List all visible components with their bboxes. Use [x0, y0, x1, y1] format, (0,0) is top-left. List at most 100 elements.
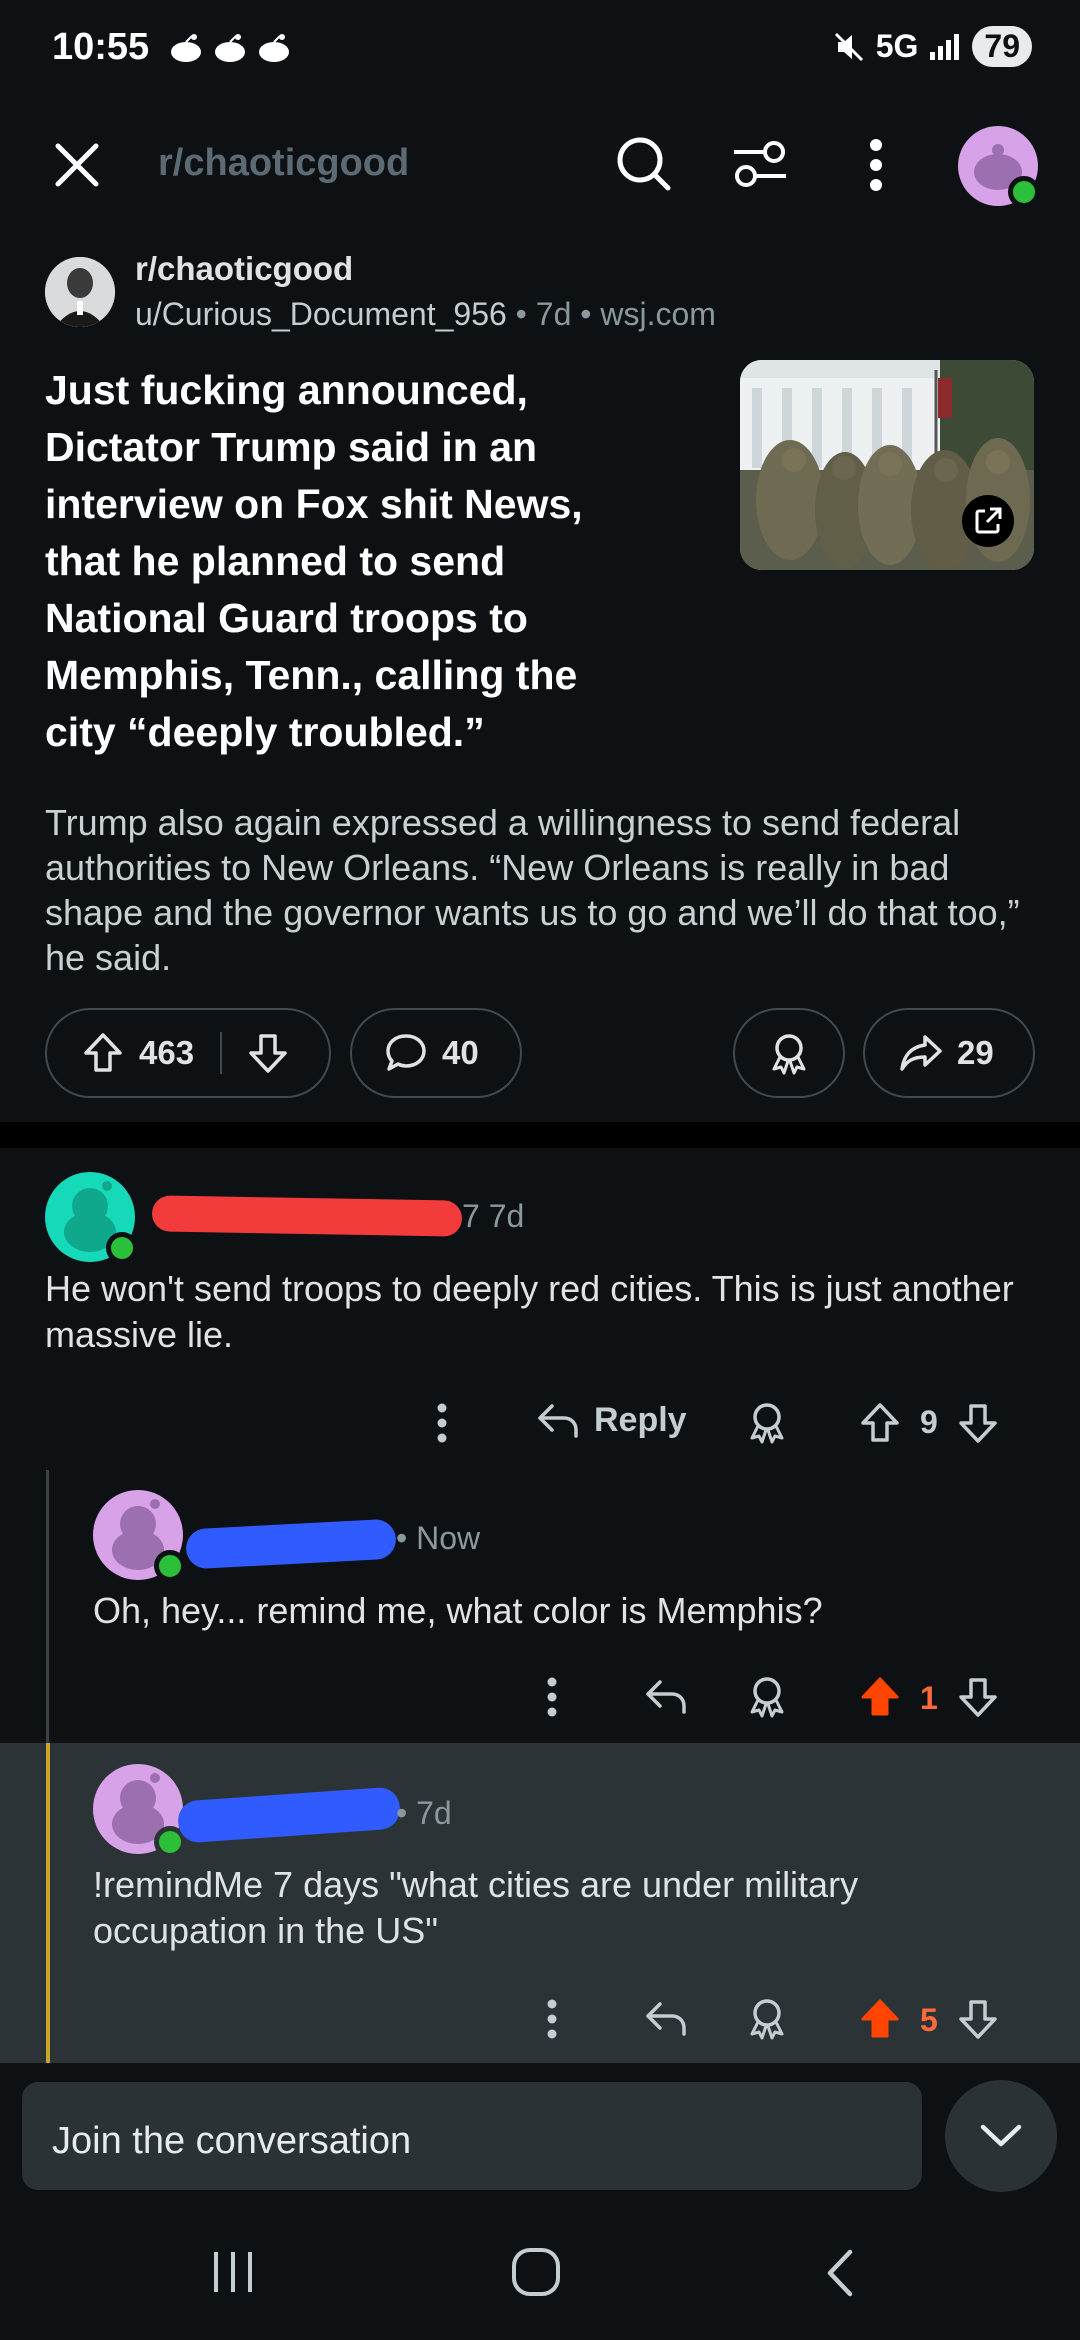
search-icon — [617, 137, 671, 191]
comment-score: 9 — [920, 1404, 938, 1440]
reply-icon — [538, 1404, 578, 1438]
external-link-badge — [962, 495, 1014, 547]
top-nav: r/chaoticgood — [0, 120, 1080, 210]
battery-level: 79 — [972, 26, 1032, 67]
upvote-icon — [861, 1403, 899, 1442]
reddit-notification-icon — [215, 34, 245, 62]
comment-downvote-button[interactable] — [958, 1402, 998, 1444]
comment-icon — [386, 1034, 426, 1071]
comment-downvote-button[interactable] — [958, 1998, 998, 2040]
more-vertical-icon — [437, 1403, 447, 1443]
more-options-button[interactable] — [866, 138, 886, 192]
poster-avatar[interactable] — [45, 257, 115, 327]
recents-button[interactable] — [210, 2250, 256, 2294]
nav-subreddit-title[interactable]: r/chaoticgood — [158, 142, 409, 185]
sort-filter-button[interactable] — [730, 136, 790, 192]
reply-icon — [646, 2002, 686, 2036]
link-thumbnail[interactable] — [740, 360, 1034, 570]
comment-text: He won't send troops to deeply red citie… — [45, 1268, 1014, 1355]
downvote-button[interactable] — [248, 1032, 288, 1074]
online-indicator — [106, 1232, 138, 1264]
downvote-icon — [249, 1034, 287, 1073]
comment-award-button[interactable] — [746, 1400, 788, 1444]
comment-age: • 7d — [396, 1795, 452, 1831]
comment-age: 7 7d — [462, 1198, 525, 1234]
section-divider — [0, 1122, 1080, 1148]
share-button[interactable]: 29 — [863, 1008, 1035, 1098]
collapse-button[interactable] — [945, 2080, 1057, 2192]
upvote-button[interactable] — [83, 1032, 123, 1074]
comment-text: Oh, hey... remind me, what color is Memp… — [93, 1590, 823, 1631]
back-button[interactable] — [822, 2248, 856, 2298]
vote-pill: 463 — [45, 1008, 331, 1098]
award-icon — [750, 1677, 784, 1718]
mute-icon — [834, 32, 863, 61]
comment-more-button[interactable] — [434, 1402, 450, 1444]
award-icon — [750, 1403, 784, 1444]
vote-divider — [220, 1032, 223, 1074]
upvote-filled-icon — [861, 1677, 899, 1716]
status-time: 10:55 — [52, 26, 150, 68]
comment-upvote-button[interactable] — [860, 1998, 900, 2040]
comment-upvote-button[interactable] — [860, 1676, 900, 1718]
back-icon — [827, 2249, 853, 2297]
meta-separator: • — [580, 296, 601, 332]
home-button[interactable] — [510, 2246, 562, 2298]
reply-button[interactable] — [644, 1998, 688, 2038]
comment-more-button[interactable] — [544, 1998, 560, 2040]
search-button[interactable] — [614, 134, 674, 194]
comment-award-button[interactable] — [746, 1674, 788, 1718]
network-label: 5G — [875, 28, 919, 64]
comment-upvote-button[interactable] — [860, 1402, 900, 1444]
online-indicator — [1008, 176, 1040, 208]
chevron-down-icon — [980, 2124, 1022, 2147]
upvote-icon — [84, 1033, 122, 1072]
meta-separator: • — [515, 296, 536, 332]
reply-icon — [646, 1680, 686, 1714]
close-icon — [55, 143, 99, 187]
post-author[interactable]: u/Curious_Document_956 — [135, 296, 507, 332]
comments-button[interactable]: 40 — [350, 1008, 522, 1098]
post-subreddit[interactable]: r/chaoticgood — [135, 250, 353, 288]
system-nav-bar — [0, 2220, 1080, 2320]
share-icon — [900, 1035, 942, 1071]
post-meta: u/Curious_Document_956 • 7d • wsj.com — [135, 296, 716, 333]
reddit-notification-icon — [171, 34, 201, 62]
downvote-icon — [959, 2000, 997, 2039]
reply-label: Reply — [594, 1400, 687, 1439]
highlight-bar — [46, 1743, 50, 2063]
post-body: Trump also again expressed a willingness… — [45, 802, 1020, 978]
close-button[interactable] — [52, 140, 102, 190]
notification-icons — [168, 30, 292, 66]
more-vertical-icon — [547, 1999, 557, 2039]
post-domain[interactable]: wsj.com — [600, 296, 716, 332]
comment-award-button[interactable] — [746, 1996, 788, 2040]
comment-score: 5 — [920, 2002, 938, 2038]
home-icon — [512, 2248, 560, 2296]
poster-photo-icon — [45, 257, 115, 327]
online-indicator — [154, 1550, 186, 1582]
comment-score: 1 — [920, 1680, 938, 1716]
award-button[interactable] — [733, 1008, 845, 1098]
redacted-username — [151, 1195, 463, 1237]
signal-icon — [930, 33, 960, 60]
reply-button[interactable]: Reply — [536, 1400, 687, 1440]
upvote-filled-icon — [861, 1999, 899, 2038]
external-link-icon — [975, 507, 1002, 534]
post-title: Just fucking announced, Dictator Trump s… — [45, 367, 583, 755]
post-score: 463 — [139, 1034, 195, 1071]
join-conversation-input[interactable]: Join the conversation — [22, 2082, 922, 2190]
share-count: 29 — [957, 1034, 994, 1071]
recents-icon — [214, 2252, 252, 2292]
thread-line — [46, 1470, 49, 1743]
more-vertical-icon — [547, 1677, 557, 1717]
comment-more-button[interactable] — [544, 1676, 560, 1718]
post-age: 7d — [535, 296, 572, 332]
reply-button[interactable] — [644, 1676, 688, 1716]
status-bar: 10:55 5G 79 — [0, 0, 1080, 100]
filter-icon — [734, 141, 786, 187]
comment-downvote-button[interactable] — [958, 1676, 998, 1718]
award-icon — [750, 1999, 784, 2040]
downvote-icon — [959, 1678, 997, 1717]
user-avatar-button[interactable] — [956, 124, 1040, 208]
